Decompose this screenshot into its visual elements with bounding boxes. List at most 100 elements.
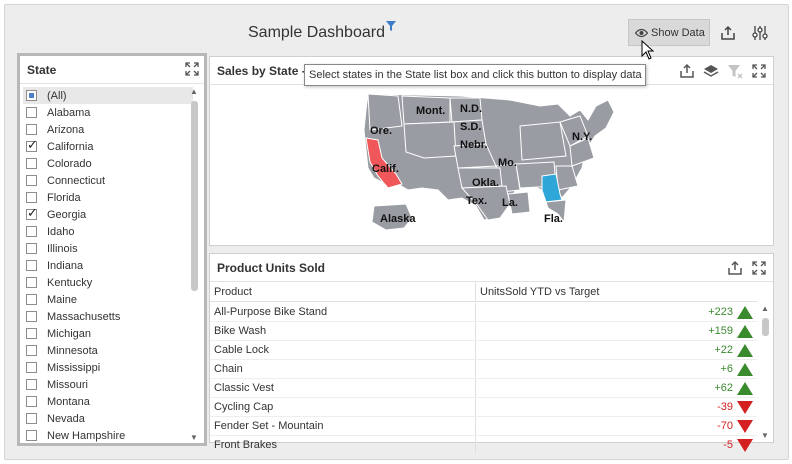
state-list-item[interactable]: Arizona — [23, 121, 193, 138]
state-list-item[interactable]: Indiana — [23, 257, 193, 274]
table-row[interactable]: Chain +6 — [210, 360, 757, 379]
state-checkbox[interactable] — [26, 413, 37, 424]
units-vs-target-cell: +22 — [476, 341, 757, 359]
table-row[interactable]: Cycling Cap -39 — [210, 398, 757, 417]
state-list-item[interactable]: Maine — [23, 291, 193, 308]
maximize-icon[interactable] — [749, 258, 769, 278]
units-vs-target-cell: +62 — [476, 379, 757, 397]
state-checkbox[interactable] — [26, 294, 37, 305]
state-item-label: Florida — [47, 191, 81, 204]
state-checkbox[interactable] — [26, 226, 37, 237]
state-checkbox[interactable] — [26, 430, 37, 441]
parameters-button[interactable] — [749, 22, 771, 44]
state-checkbox[interactable] — [26, 90, 37, 101]
state-checkbox[interactable] — [26, 192, 37, 203]
maximize-icon[interactable] — [182, 59, 202, 79]
export-icon[interactable] — [725, 258, 745, 278]
state-list-item[interactable]: Massachusetts — [23, 308, 193, 325]
state-checkbox[interactable] — [26, 260, 37, 271]
layers-icon[interactable] — [701, 61, 721, 81]
mouse-cursor-icon — [641, 40, 655, 60]
state-checkbox[interactable] — [26, 137, 38, 153]
state-item-label: Massachusetts — [47, 310, 121, 323]
scroll-up-icon[interactable]: ▲ — [761, 304, 769, 313]
show-data-label: Show Data — [651, 26, 705, 39]
state-list-item[interactable]: Illinois — [23, 240, 193, 257]
state-list-item[interactable]: Nevada — [23, 410, 193, 427]
state-checkbox[interactable] — [26, 124, 37, 135]
scroll-thumb[interactable] — [762, 318, 769, 336]
state-list-item[interactable]: Colorado — [23, 155, 193, 172]
column-header-product[interactable]: Product — [210, 282, 476, 301]
state-item-label: Mississippi — [47, 361, 101, 374]
state-list-item[interactable]: Idaho — [23, 223, 193, 240]
us-map[interactable]: Mont. N.D. S.D. Ore. Nebr. N.Y. Calif. Mo. Okla.… — [210, 86, 773, 246]
state-checkbox[interactable] — [26, 328, 37, 339]
state-list-item[interactable]: Connecticut — [23, 172, 193, 189]
table-row[interactable]: Front Brakes -5 — [210, 436, 757, 455]
state-list-item[interactable]: Georgia — [23, 205, 193, 223]
units-vs-target-cell: -5 — [476, 436, 757, 454]
table-row[interactable]: Bike Wash +159 — [210, 322, 757, 341]
table-row[interactable]: Fender Set - Mountain -70 — [210, 417, 757, 436]
map-panel-title: Sales by State - — [217, 63, 306, 78]
arrow-up-icon — [737, 324, 753, 338]
scroll-down-icon[interactable]: ▼ — [761, 431, 769, 440]
state-list-item[interactable]: California — [23, 137, 193, 155]
state-checkbox[interactable] — [26, 277, 37, 288]
filter-icon[interactable] — [385, 20, 397, 32]
maximize-icon[interactable] — [749, 61, 769, 81]
arrow-down-icon — [737, 419, 753, 433]
state-item-label: Indiana — [47, 259, 84, 272]
export-button[interactable] — [717, 22, 739, 44]
state-list-item[interactable]: Montana — [23, 393, 193, 410]
state-checkbox[interactable] — [26, 158, 37, 169]
state-list-item[interactable]: Missouri — [23, 376, 193, 393]
state-panel-title: State — [27, 62, 57, 77]
column-header-units[interactable]: UnitsSold YTD vs Target — [476, 282, 757, 301]
scroll-down-icon[interactable]: ▼ — [190, 433, 198, 442]
grid-scrollbar[interactable]: ▲ ▼ — [761, 304, 770, 440]
state-list-item[interactable]: Mississippi — [23, 359, 193, 376]
scroll-thumb[interactable] — [191, 101, 198, 291]
state-list-scrollbar[interactable]: ▲ ▼ — [190, 87, 199, 442]
table-row[interactable]: All-Purpose Bike Stand +223 — [210, 303, 757, 322]
scroll-up-icon[interactable]: ▲ — [190, 87, 198, 96]
us-mainland-shape[interactable] — [363, 93, 615, 221]
state-checkbox[interactable] — [26, 107, 37, 118]
state-checkbox[interactable] — [26, 205, 38, 221]
clear-filter-icon[interactable] — [725, 61, 745, 81]
state-item-label: New Hampshire — [47, 429, 126, 442]
state-item-label: Minnesota — [47, 344, 98, 357]
state-list-item[interactable]: Michigan — [23, 325, 193, 342]
state-item-label: Kentucky — [47, 276, 93, 289]
state-list-item[interactable]: Kentucky — [23, 274, 193, 291]
state-checkbox[interactable] — [26, 379, 37, 390]
map-state-label: Nebr. — [460, 139, 488, 151]
state-checkbox[interactable] — [26, 175, 37, 186]
state-checkbox[interactable] — [26, 396, 37, 407]
product-cell: Cycling Cap — [210, 398, 476, 416]
state-item-label: Nevada — [47, 412, 85, 425]
map-state-label: Mo. — [498, 157, 517, 169]
delta-value: -70 — [717, 420, 733, 432]
grid-panel: Product Units Sold Product UnitsSold YTD… — [209, 253, 774, 455]
state-checkbox[interactable] — [26, 311, 37, 322]
units-vs-target-cell: -39 — [476, 398, 757, 416]
export-icon[interactable] — [677, 61, 697, 81]
state-list-item[interactable]: Alabama — [23, 104, 193, 121]
state-list-item[interactable]: New Hampshire — [23, 427, 193, 444]
state-list-item[interactable]: Minnesota — [23, 342, 193, 359]
table-row[interactable]: Classic Vest +62 — [210, 379, 757, 398]
state-checkbox[interactable] — [26, 362, 37, 373]
state-item-label: Illinois — [47, 242, 78, 255]
state-checkbox[interactable] — [26, 345, 37, 356]
state-list-item[interactable]: Florida — [23, 189, 193, 206]
delta-value: +62 — [714, 382, 733, 394]
map-state-label: Fla. — [544, 213, 563, 225]
product-cell: All-Purpose Bike Stand — [210, 303, 476, 321]
grid-header-row: Product UnitsSold YTD vs Target — [210, 282, 757, 302]
table-row[interactable]: Cable Lock +22 — [210, 341, 757, 360]
state-list-item[interactable]: (All) — [23, 87, 193, 104]
state-checkbox[interactable] — [26, 243, 37, 254]
